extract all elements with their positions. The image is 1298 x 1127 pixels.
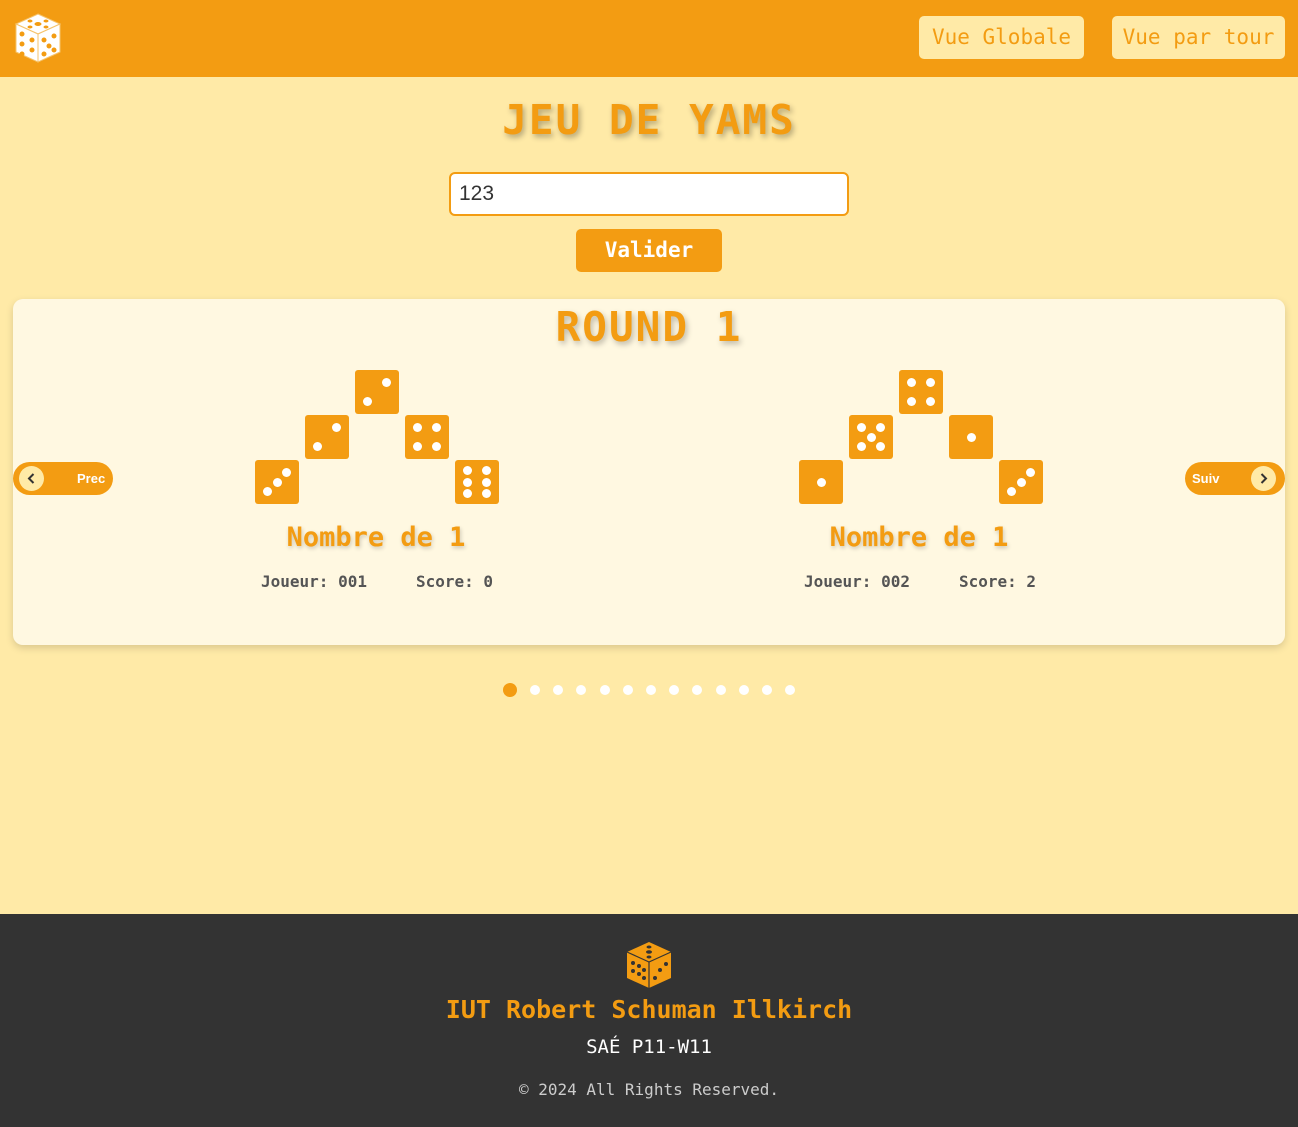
die-pip	[1026, 467, 1036, 477]
footer-copyright: © 2024 All Rights Reserved.	[518, 1080, 780, 1099]
die-pip	[272, 477, 282, 487]
header-bar: Vue Globale Vue par tour	[0, 0, 1298, 77]
slide-1-score: Score: 0	[416, 572, 494, 591]
die-face-2	[305, 415, 349, 459]
footer-course-code: SAÉ P11-W11	[586, 1036, 712, 1058]
die-pip	[282, 467, 292, 477]
carousel-next-label: Suiv	[1192, 471, 1220, 486]
carousel-prev-label: Prec	[77, 471, 106, 486]
die-pip	[382, 377, 392, 387]
slide-1-combination: Nombre de 1	[286, 522, 466, 553]
die-pip	[462, 488, 472, 498]
carousel-indicator-dot[interactable]	[785, 685, 796, 695]
carousel-indicator-dot[interactable]	[738, 685, 749, 695]
die-pip	[482, 466, 492, 476]
die-pip	[866, 432, 876, 442]
carousel-indicator-dot[interactable]	[669, 685, 680, 695]
game-id-input[interactable]	[449, 172, 849, 216]
chevron-right-icon	[1251, 466, 1276, 491]
carousel-indicator-dot[interactable]	[502, 683, 517, 697]
carousel-indicator-dot[interactable]	[530, 685, 541, 695]
die-pip	[1016, 477, 1026, 487]
carousel-indicator-dot[interactable]	[553, 685, 564, 695]
die-face-2	[355, 370, 399, 414]
die-face-3	[999, 460, 1043, 504]
carousel-next-button[interactable]: Suiv	[1185, 462, 1285, 495]
die-pip	[482, 488, 492, 498]
carousel-prev-button[interactable]: Prec	[13, 462, 113, 495]
carousel-indicator-dot[interactable]	[599, 685, 610, 695]
die-pip	[362, 397, 372, 407]
chevron-left-icon	[19, 466, 44, 491]
die-pip	[262, 487, 272, 497]
die-face-1	[799, 460, 843, 504]
footer-school-name: IUT Robert Schuman Illkirch	[445, 995, 853, 1024]
carousel-indicator-dot[interactable]	[761, 685, 772, 695]
die-pip	[332, 422, 342, 432]
slide-2-player: Joueur: 002	[804, 572, 910, 591]
die-pip	[856, 442, 866, 452]
carousel-indicator-dot[interactable]	[692, 685, 703, 695]
die-pip	[926, 377, 936, 387]
die-pip	[462, 466, 472, 476]
die-pip	[482, 477, 492, 487]
carousel-indicator-dot[interactable]	[622, 685, 633, 695]
page-title: JEU DE YAMS	[502, 96, 796, 144]
die-pip	[462, 477, 472, 487]
die-pip	[432, 422, 442, 432]
die-pip	[1006, 487, 1016, 497]
die-pip	[432, 442, 442, 452]
carousel-indicator-dot[interactable]	[576, 685, 587, 695]
carousel-indicator-dot[interactable]	[715, 685, 726, 695]
die-pip	[906, 377, 916, 387]
slide-2-combination: Nombre de 1	[829, 522, 1009, 553]
die-pip	[926, 397, 936, 407]
die-pip	[876, 442, 886, 452]
die-pip	[412, 442, 422, 452]
die-pip	[412, 422, 422, 432]
dice-footer-icon	[626, 942, 672, 988]
die-pip	[816, 477, 826, 487]
die-pip	[906, 397, 916, 407]
validate-button[interactable]: Valider	[576, 229, 722, 272]
die-face-5	[849, 415, 893, 459]
carousel-indicators	[0, 683, 1298, 697]
die-face-4	[899, 370, 943, 414]
die-face-4	[405, 415, 449, 459]
slide-1-player: Joueur: 001	[261, 572, 367, 591]
die-pip	[856, 422, 866, 432]
die-pip	[876, 422, 886, 432]
dice-logo-icon[interactable]	[12, 12, 64, 64]
die-pip	[312, 442, 322, 452]
die-face-6	[455, 460, 499, 504]
nav-vue-par-tour-button[interactable]: Vue par tour	[1112, 16, 1285, 59]
die-face-3	[255, 460, 299, 504]
carousel-indicator-dot[interactable]	[646, 685, 656, 695]
die-pip	[966, 432, 976, 442]
die-face-1	[949, 415, 993, 459]
slide-2-score: Score: 2	[959, 572, 1037, 591]
round-title: ROUND 1	[555, 303, 743, 351]
nav-vue-globale-button[interactable]: Vue Globale	[919, 16, 1084, 59]
